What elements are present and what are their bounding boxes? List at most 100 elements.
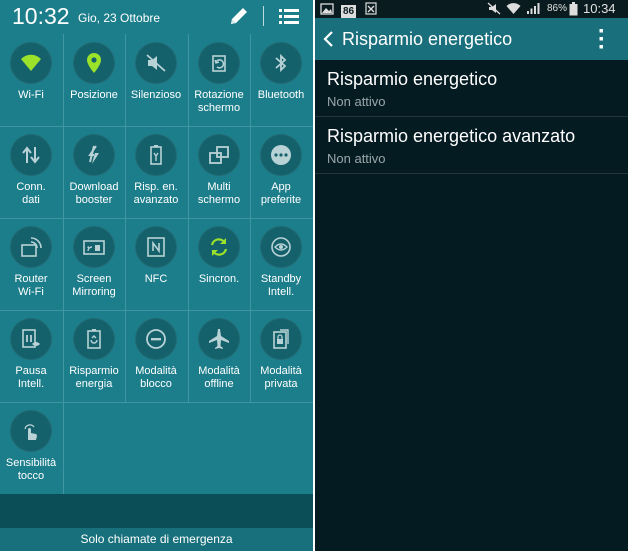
notification-count: 86: [341, 5, 357, 18]
quick-tile-download-booster[interactable]: Download booster: [63, 126, 125, 218]
sync-icon: [210, 238, 228, 256]
quick-tile-airplane[interactable]: Modalità offline: [188, 310, 250, 402]
power-saving-screen: 86 86% 10:34 Risparmio energetico Rispar…: [315, 0, 628, 551]
tile-button[interactable]: [73, 318, 115, 360]
quick-tile-power-saving[interactable]: Risparmio energia: [63, 310, 125, 402]
quick-tile-location[interactable]: Posizione: [63, 34, 125, 126]
tile-button[interactable]: [260, 42, 302, 84]
tile-button[interactable]: [73, 134, 115, 176]
download-booster-icon: [88, 145, 99, 164]
tile-button[interactable]: [198, 226, 240, 268]
quick-tile-private-mode[interactable]: Modalità privata: [250, 310, 312, 402]
quick-tile-rotation[interactable]: Rotazione schermo: [188, 34, 250, 126]
quick-tile-wifi-router[interactable]: Router Wi-Fi: [0, 218, 62, 310]
emergency-calls-text: Solo chiamate di emergenza: [80, 532, 233, 546]
quick-tile-screen-mirroring[interactable]: Screen Mirroring: [63, 218, 125, 310]
header-divider: [263, 6, 264, 26]
pref-divider: [315, 173, 628, 174]
status-time: 10:34: [583, 1, 616, 16]
tile-button[interactable]: [135, 42, 177, 84]
bottom-bar: Solo chiamate di emergenza: [0, 494, 313, 551]
ultra-power-saving-icon: [150, 145, 162, 165]
tile-button[interactable]: [198, 134, 240, 176]
quick-tile-ultra-power-saving[interactable]: Risp. en. avanzato: [125, 126, 187, 218]
tile-button[interactable]: [73, 226, 115, 268]
quick-tile-bluetooth[interactable]: Bluetooth: [250, 34, 312, 126]
mute-icon: [146, 54, 166, 72]
tile-button[interactable]: [73, 42, 115, 84]
pref-summary: Non attivo: [327, 94, 386, 109]
back-arrow-icon[interactable]: [321, 29, 335, 49]
quick-settings-grid: Wi-Fi Posizione Silenzioso Rotazione scherm…: [0, 34, 313, 494]
quick-settings-panel: 10:32 Gio, 23 Ottobre Wi-Fi Posizione Sile…: [0, 0, 313, 551]
multi-window-icon: [209, 146, 229, 164]
tile-button[interactable]: [198, 318, 240, 360]
screen-mirroring-icon: [83, 240, 105, 255]
bluetooth-icon: [275, 53, 287, 73]
clock: 10:32: [12, 3, 70, 29]
page-title: Risparmio energetico: [342, 29, 513, 49]
app-bar: Risparmio energetico: [315, 18, 628, 60]
date: Gio, 23 Ottobre: [78, 11, 161, 25]
grid-divider: [63, 34, 64, 494]
airplane-icon: [209, 329, 229, 349]
private-mode-icon: [273, 329, 289, 349]
grid-divider: [0, 126, 313, 127]
pref-title: Risparmio energetico avanzato: [327, 126, 576, 146]
bottom-dark-strip: [0, 494, 313, 528]
quick-tile-sync[interactable]: Sincron.: [188, 218, 250, 310]
tile-button[interactable]: [135, 318, 177, 360]
tile-button[interactable]: [10, 410, 52, 452]
power-saving-icon: [87, 329, 101, 349]
grid-divider: [250, 34, 251, 402]
quick-tile-data-connection[interactable]: Conn. dati: [0, 126, 62, 218]
grid-divider: [0, 402, 313, 403]
tile-button[interactable]: [10, 134, 52, 176]
quick-tile-multi-window[interactable]: Multi schermo: [188, 126, 250, 218]
tile-button[interactable]: [135, 134, 177, 176]
notification-badge: 86: [341, 1, 357, 19]
notification-header: 10:32 Gio, 23 Ottobre: [0, 0, 313, 34]
tile-button[interactable]: [10, 226, 52, 268]
touch-sensitivity-icon: [24, 424, 38, 440]
quick-tile-nfc[interactable]: NFC: [125, 218, 187, 310]
grid-divider: [188, 34, 189, 402]
tile-button[interactable]: [10, 318, 52, 360]
tile-button[interactable]: [260, 134, 302, 176]
quick-tile-touch-sensitivity[interactable]: Sensibilità tocco: [0, 402, 62, 494]
tile-button[interactable]: [135, 226, 177, 268]
tile-label: App preferite: [260, 181, 302, 206]
blocking-mode-icon: [146, 329, 166, 349]
wifi-icon: [21, 54, 41, 71]
quick-tile-wifi[interactable]: Wi-Fi: [0, 34, 62, 126]
edit-icon[interactable]: [228, 5, 250, 27]
quick-tile-smart-pause[interactable]: Pausa Intell.: [0, 310, 62, 402]
nfc-icon: [147, 237, 165, 257]
pref-title: Risparmio energetico: [327, 69, 498, 89]
settings-list-icon[interactable]: [277, 6, 301, 26]
quick-tile-mute[interactable]: Silenzioso: [125, 34, 187, 126]
pref-power-saving[interactable]: Risparmio energetico Non attivo: [315, 60, 628, 117]
tile-label: Bluetooth: [257, 89, 305, 101]
location-icon: [87, 53, 101, 73]
tile-label: Sensibilità tocco: [5, 457, 57, 482]
overflow-menu-icon[interactable]: [595, 27, 607, 51]
tile-button[interactable]: [10, 42, 52, 84]
battery-percent: 86%: [547, 3, 568, 14]
smart-pause-icon: [22, 329, 40, 348]
wifi-router-icon: [21, 237, 42, 257]
favorite-apps-icon: [271, 145, 291, 165]
grid-divider: [0, 310, 313, 311]
tile-button[interactable]: [260, 226, 302, 268]
grid-divider: [0, 218, 313, 219]
pref-ultra-power-saving[interactable]: Risparmio energetico avanzato Non attivo: [315, 117, 628, 174]
data-connection-icon: [22, 146, 40, 164]
quick-tile-smart-stay[interactable]: Standby Intell.: [250, 218, 312, 310]
quick-tile-favorite-apps[interactable]: App preferite: [250, 126, 312, 218]
rotation-icon: [212, 55, 226, 72]
tile-button[interactable]: [198, 42, 240, 84]
tile-button[interactable]: [260, 318, 302, 360]
smart-stay-icon: [271, 237, 291, 257]
pref-summary: Non attivo: [327, 151, 386, 166]
quick-tile-blocking-mode[interactable]: Modalità blocco: [125, 310, 187, 402]
